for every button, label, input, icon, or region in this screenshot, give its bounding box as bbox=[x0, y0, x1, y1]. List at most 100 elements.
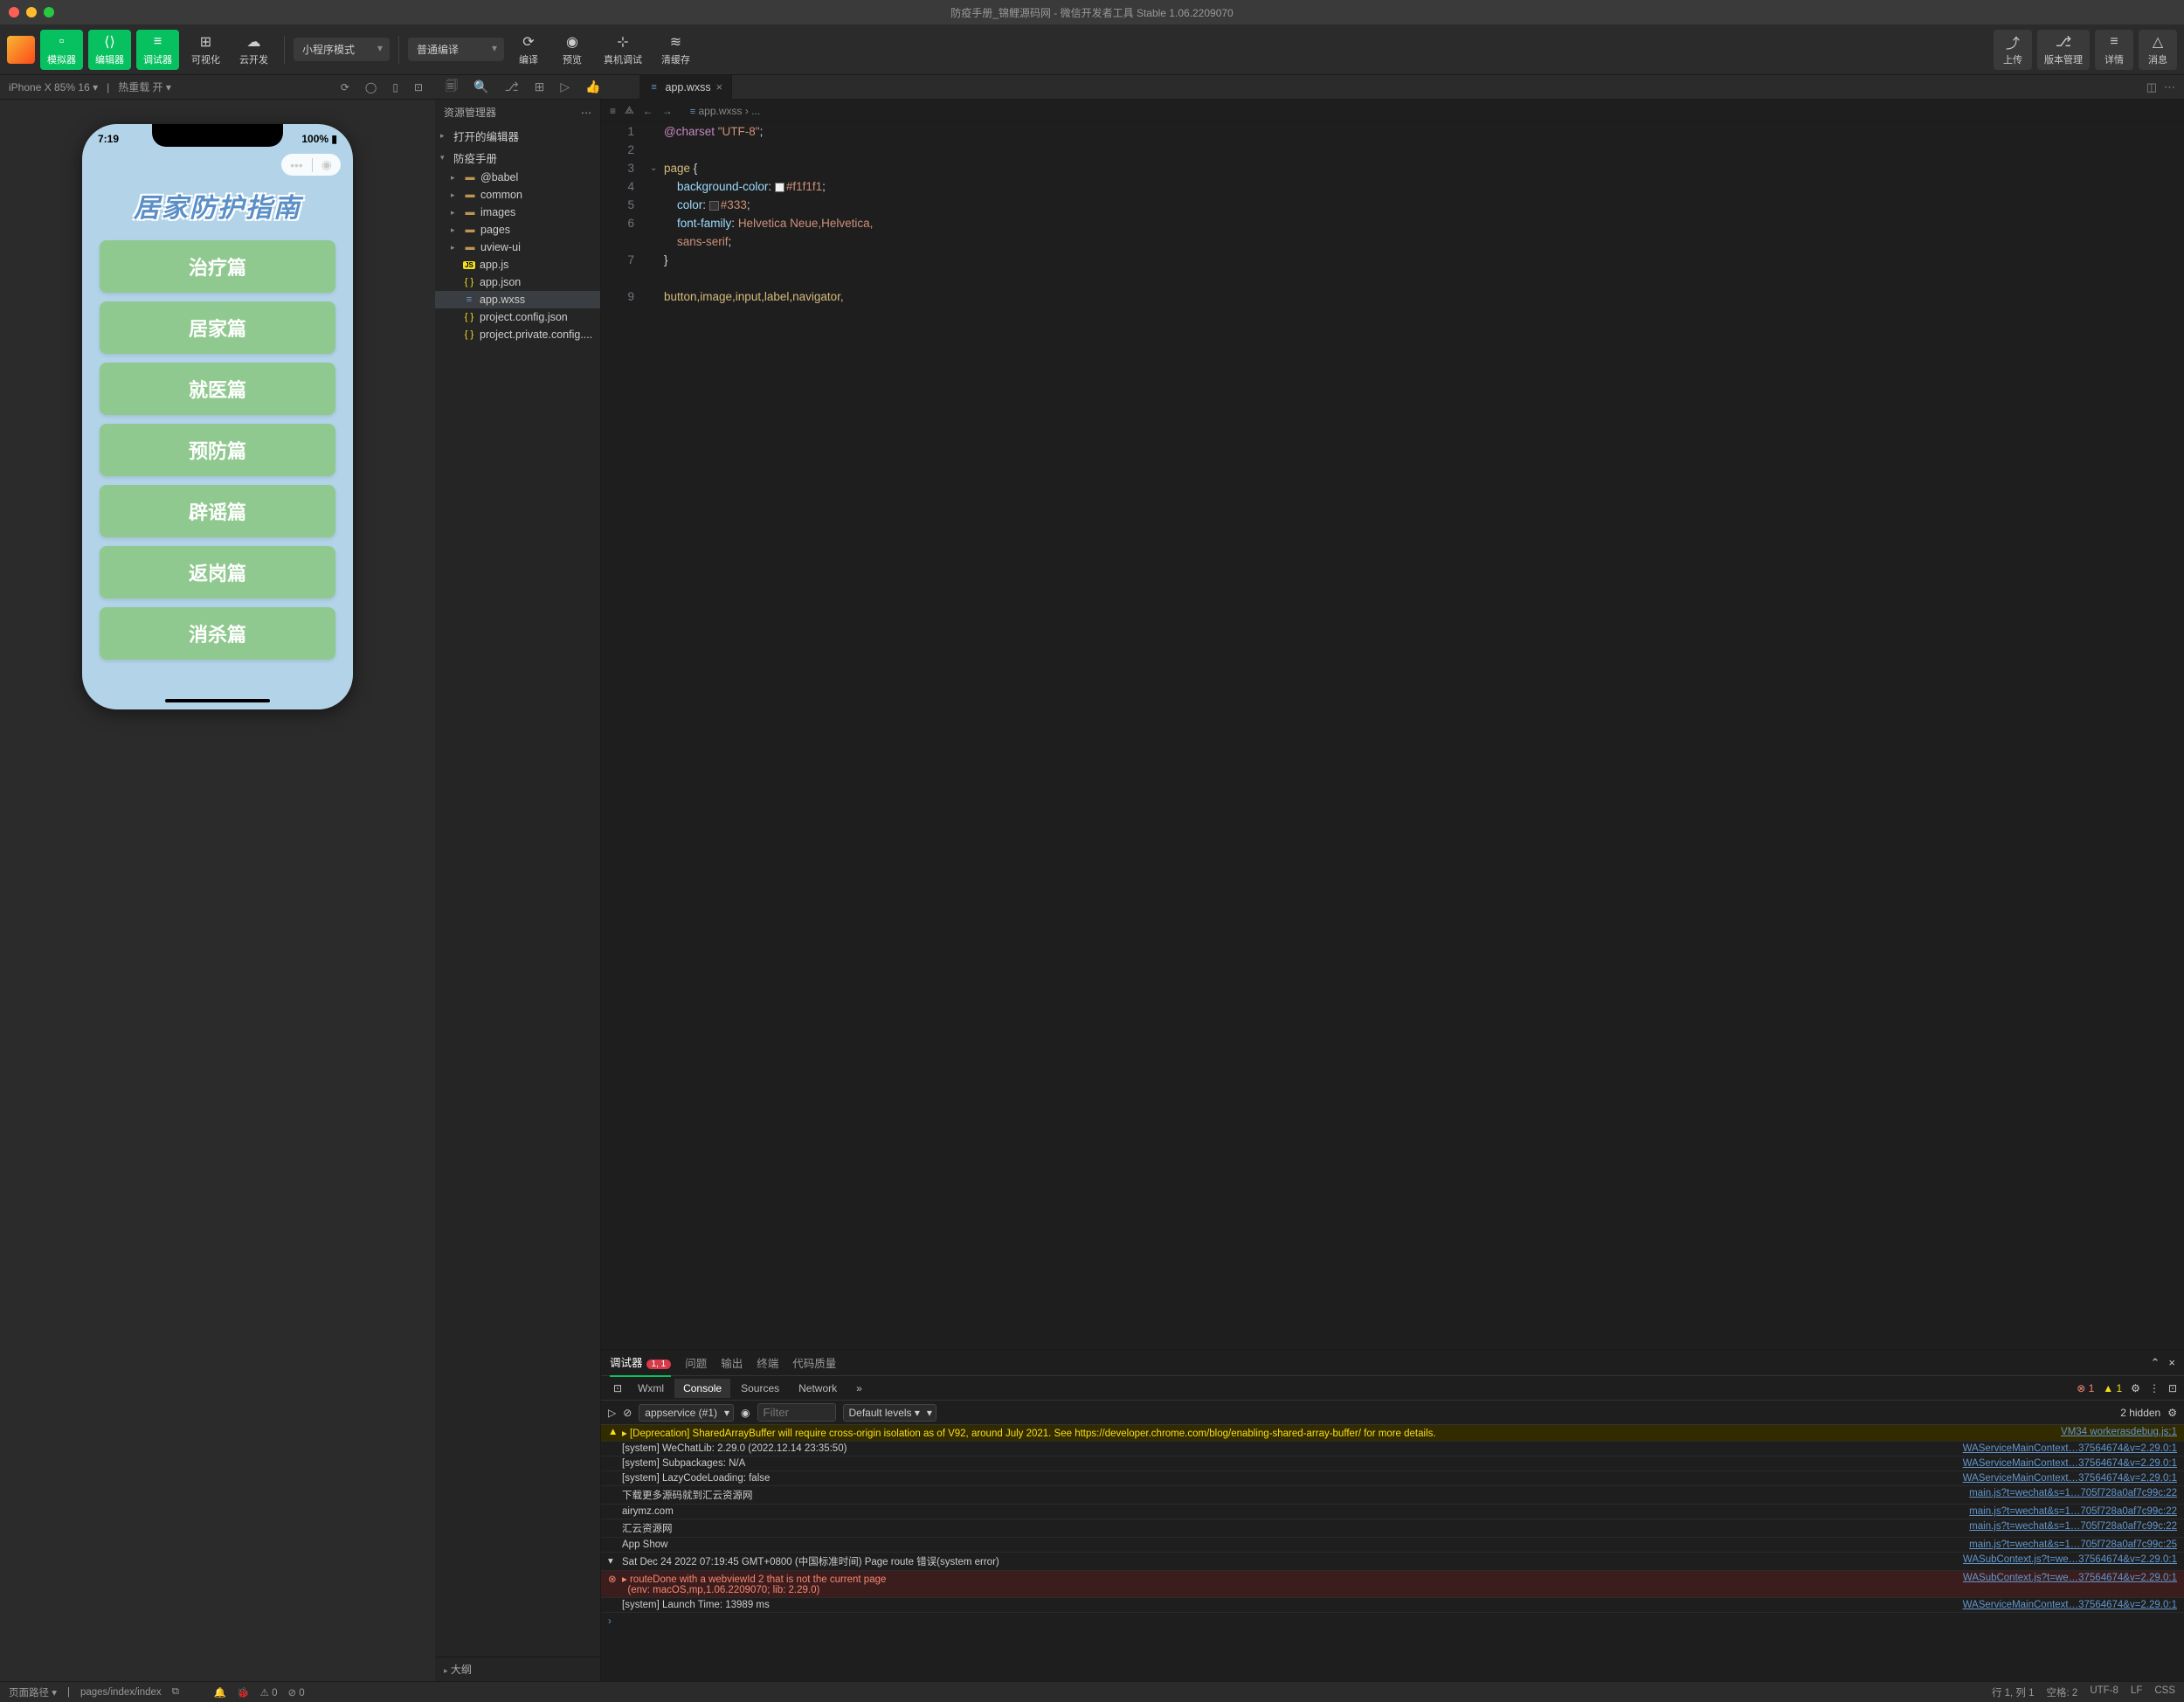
clear-console-icon[interactable]: ⊘ bbox=[623, 1407, 632, 1419]
upload-btn[interactable]: ⤴上传 bbox=[1994, 30, 2032, 70]
clear-cache-btn[interactable]: ≋清缓存 bbox=[654, 30, 697, 70]
devtools-more[interactable]: » bbox=[847, 1379, 871, 1398]
thumbs-icon[interactable]: 👍 bbox=[582, 78, 604, 96]
console-row[interactable]: [system] WeChatLib: 2.29.0 (2022.12.14 2… bbox=[601, 1442, 2184, 1456]
cloud-btn[interactable]: ☁云开发 bbox=[232, 30, 275, 70]
tree-folder[interactable]: ▸▬pages bbox=[435, 221, 600, 239]
compile-select[interactable]: 普通编译 bbox=[408, 38, 504, 61]
devtools-network[interactable]: Network bbox=[790, 1379, 846, 1398]
console-row[interactable]: ▾Sat Dec 24 2022 07:19:45 GMT+0800 (中国标准… bbox=[601, 1553, 2184, 1571]
console-source-link[interactable]: WAServiceMainContext…37564674&v=2.29.0:1 bbox=[1963, 1473, 2177, 1484]
tree-file-json[interactable]: { }app.json bbox=[435, 273, 600, 291]
source-control-icon[interactable]: ⎇ bbox=[501, 78, 522, 96]
cursor-position[interactable]: 行 1, 列 1 bbox=[1992, 1685, 2035, 1699]
close-panel-icon[interactable]: × bbox=[2168, 1356, 2175, 1369]
dock-icon[interactable]: ⊡ bbox=[2168, 1382, 2177, 1394]
details-btn[interactable]: ≡详情 bbox=[2095, 30, 2133, 70]
gear-icon[interactable]: ⚙ bbox=[2131, 1382, 2140, 1394]
console-prompt[interactable]: › bbox=[601, 1613, 2184, 1630]
console-row[interactable]: ▲▸ [Deprecation] SharedArrayBuffer will … bbox=[601, 1425, 2184, 1442]
tab-output[interactable]: 输出 bbox=[721, 1349, 743, 1376]
stop-icon[interactable]: ◯ bbox=[362, 80, 380, 95]
console-row[interactable]: ⊗▸ routeDone with a webviewId 2 that is … bbox=[601, 1571, 2184, 1598]
status-errors[interactable]: ⊘ 0 bbox=[287, 1686, 304, 1699]
refresh-icon[interactable]: ⟳ bbox=[337, 80, 353, 95]
simulator-btn[interactable]: ▫模拟器 bbox=[40, 30, 83, 70]
notifications-btn[interactable]: △消息 bbox=[2139, 30, 2177, 70]
nav-back-icon[interactable]: ← bbox=[643, 105, 653, 117]
more-icon[interactable]: ⋯ bbox=[2164, 80, 2175, 94]
capsule-menu[interactable]: ••• ◉ bbox=[281, 154, 341, 176]
outline-section[interactable]: ▸ 大纲 bbox=[435, 1657, 600, 1681]
debug-icon[interactable]: ▷ bbox=[556, 78, 573, 96]
devtools-console[interactable]: Console bbox=[674, 1379, 730, 1398]
console-source-link[interactable]: WAServiceMainContext…37564674&v=2.29.0:1 bbox=[1963, 1443, 2177, 1454]
menu-btn[interactable]: 消杀篇 bbox=[100, 607, 335, 660]
code-editor[interactable]: 12345679 ⌄ @charset "UTF-8"; page { back… bbox=[601, 122, 2184, 1349]
menu-btn[interactable]: 预防篇 bbox=[100, 424, 335, 476]
filter-input[interactable] bbox=[757, 1403, 836, 1422]
console-source-link[interactable]: main.js?t=wechat&s=1…705f728a0af7c99c:25 bbox=[1969, 1539, 2177, 1550]
context-select[interactable]: appservice (#1) bbox=[639, 1404, 734, 1422]
capsule-menu-icon[interactable]: ••• bbox=[290, 158, 303, 172]
menu-btn[interactable]: 就医篇 bbox=[100, 363, 335, 415]
console-row[interactable]: [system] Subpackages: N/AWAServiceMainCo… bbox=[601, 1456, 2184, 1471]
compile-btn[interactable]: ⟳编译 bbox=[509, 30, 548, 70]
eol[interactable]: LF bbox=[2131, 1685, 2142, 1699]
devtools-sources[interactable]: Sources bbox=[732, 1379, 788, 1398]
toggle-sidebar-icon[interactable]: ≡ bbox=[610, 105, 616, 117]
tree-file-js[interactable]: JSapp.js bbox=[435, 256, 600, 273]
window-minimize-btn[interactable] bbox=[26, 7, 37, 17]
debugger-btn[interactable]: ≡调试器 bbox=[136, 30, 179, 70]
extensions-icon[interactable]: ⊞ bbox=[531, 78, 549, 96]
encoding[interactable]: UTF-8 bbox=[2090, 1685, 2118, 1699]
remote-debug-btn[interactable]: ⊹真机调试 bbox=[597, 30, 649, 70]
menu-btn[interactable]: 辟谣篇 bbox=[100, 485, 335, 537]
console-row[interactable]: 下载更多源码就到汇云资源网main.js?t=wechat&s=1…705f72… bbox=[601, 1486, 2184, 1505]
console-source-link[interactable]: WAServiceMainContext…37564674&v=2.29.0:1 bbox=[1963, 1458, 2177, 1469]
open-editors-section[interactable]: ▸打开的编辑器 bbox=[435, 125, 600, 147]
console-row[interactable]: 汇云资源网main.js?t=wechat&s=1…705f728a0af7c9… bbox=[601, 1519, 2184, 1538]
console-row[interactable]: airymz.commain.js?t=wechat&s=1…705f728a0… bbox=[601, 1505, 2184, 1519]
user-avatar[interactable] bbox=[7, 36, 35, 64]
console-row[interactable]: [system] LazyCodeLoading: falseWAService… bbox=[601, 1471, 2184, 1486]
collapse-icon[interactable]: ⌃ bbox=[2151, 1356, 2160, 1370]
tab-terminal[interactable]: 终端 bbox=[757, 1349, 778, 1376]
console-source-link[interactable]: main.js?t=wechat&s=1…705f728a0af7c99c:22 bbox=[1969, 1506, 2177, 1517]
preview-btn[interactable]: ◉预览 bbox=[553, 30, 591, 70]
console-source-link[interactable]: WASubContext.js?t=we…37564674&v=2.29.0:1 bbox=[1963, 1573, 2177, 1595]
editor-btn[interactable]: ⟨⟩编辑器 bbox=[88, 30, 131, 70]
file-tree-icon[interactable]: 🗐 bbox=[442, 75, 461, 100]
inspect-icon[interactable]: ⊡ bbox=[608, 1382, 627, 1394]
tree-folder[interactable]: ▸▬common bbox=[435, 186, 600, 204]
editor-tab-appwxss[interactable]: ≡ app.wxss × bbox=[639, 75, 732, 100]
console-output[interactable]: ▲▸ [Deprecation] SharedArrayBuffer will … bbox=[601, 1425, 2184, 1681]
indent-setting[interactable]: 空格: 2 bbox=[2047, 1685, 2078, 1699]
console-source-link[interactable]: WASubContext.js?t=we…37564674&v=2.29.0:1 bbox=[1963, 1554, 2177, 1568]
gear-icon[interactable]: ⚙ bbox=[2167, 1407, 2177, 1419]
mode-select[interactable]: 小程序模式 bbox=[294, 38, 390, 61]
page-path-label[interactable]: 页面路径 ▾ bbox=[9, 1685, 57, 1699]
split-editor-icon[interactable]: ◫ bbox=[2146, 80, 2157, 94]
explorer-more-icon[interactable]: ⋯ bbox=[581, 107, 591, 119]
console-row[interactable]: App Showmain.js?t=wechat&s=1…705f728a0af… bbox=[601, 1538, 2184, 1553]
popout-icon[interactable]: ⊡ bbox=[411, 80, 426, 95]
search-icon[interactable]: 🔍 bbox=[470, 78, 492, 96]
tree-file-wxss[interactable]: ≡app.wxss bbox=[435, 291, 600, 308]
tab-problems[interactable]: 问题 bbox=[685, 1349, 707, 1376]
console-source-link[interactable]: VM34 workerasdebug.js:1 bbox=[2061, 1427, 2177, 1439]
console-row[interactable]: [system] Launch Time: 13989 msWAServiceM… bbox=[601, 1598, 2184, 1613]
tree-folder[interactable]: ▸▬uview-ui bbox=[435, 239, 600, 256]
version-btn[interactable]: ⎇版本管理 bbox=[2037, 30, 2090, 70]
menu-btn[interactable]: 治疗篇 bbox=[100, 240, 335, 293]
console-source-link[interactable]: WAServiceMainContext…37564674&v=2.29.0:1 bbox=[1963, 1600, 2177, 1610]
tree-file-json[interactable]: { }project.private.config.... bbox=[435, 326, 600, 343]
capsule-close-icon[interactable]: ◉ bbox=[321, 157, 332, 172]
hot-reload-toggle[interactable]: 热重载 开 ▾ bbox=[118, 80, 171, 94]
page-path[interactable]: pages/index/index bbox=[80, 1687, 162, 1698]
levels-select[interactable]: Default levels ▾ bbox=[843, 1404, 936, 1422]
nav-fwd-icon[interactable]: → bbox=[662, 105, 673, 117]
window-maximize-btn[interactable] bbox=[44, 7, 54, 17]
tree-folder[interactable]: ▸▬images bbox=[435, 204, 600, 221]
bookmark-icon[interactable]: ⟁ bbox=[625, 104, 634, 117]
